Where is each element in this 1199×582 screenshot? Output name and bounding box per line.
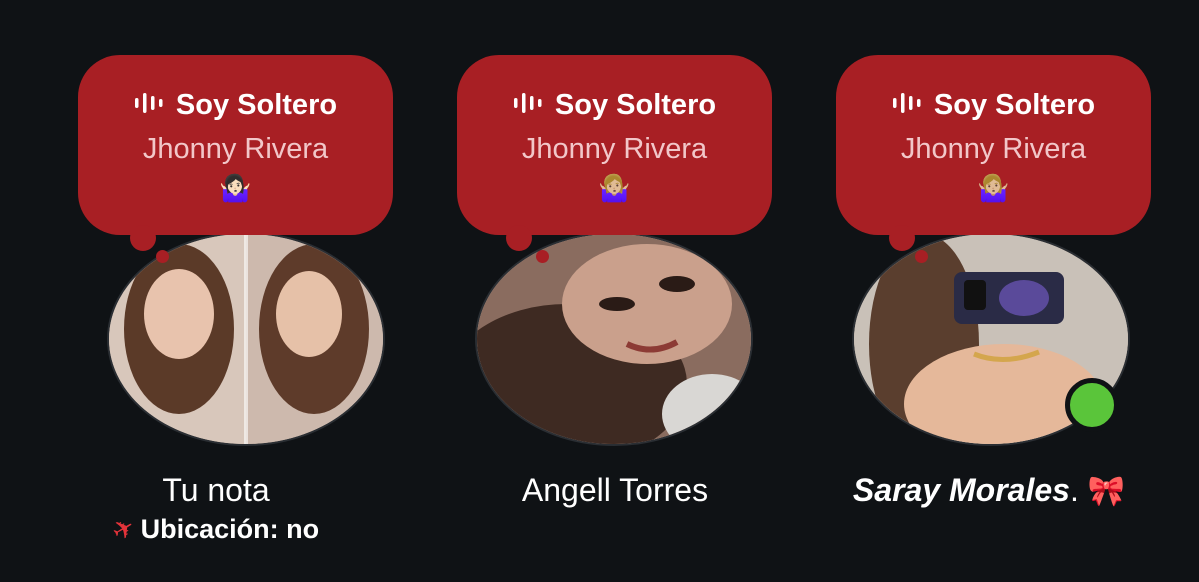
audio-wave-icon [134, 93, 163, 114]
audio-wave-icon [892, 93, 921, 114]
avatar-photo [477, 234, 751, 444]
note-owner-name: Tu nota [162, 472, 270, 508]
note-emoji: 🤷🏻‍♀️ [219, 174, 252, 204]
song-title: Soy Soltero [554, 89, 717, 121]
note-item-angell-torres[interactable]: Soy Soltero Jhonny Rivera 🤷🏼‍♀️ Angell T… [440, 0, 820, 582]
note-item-tu-nota[interactable]: Soy Soltero Jhonny Rivera 🤷🏻‍♀️ Tu nota … [60, 0, 440, 582]
bubble-tail-dot [536, 250, 549, 263]
song-artist: Jhonny Rivera [900, 133, 1087, 165]
note-bubble[interactable]: Soy Soltero Jhonny Rivera 🤷🏻‍♀️ [78, 55, 393, 235]
note-owner-name-text: Saray Morales [852, 472, 1070, 508]
song-row: Soy Soltero [78, 87, 393, 123]
airplane-icon: ✈ [106, 511, 141, 549]
online-status-dot [1065, 378, 1119, 432]
song-title: Soy Soltero [175, 89, 338, 121]
location-status: ✈Ubicación: no [56, 511, 376, 549]
note-item-saray-morales[interactable]: Soy Soltero Jhonny Rivera 🤷🏼‍♀️ Saray Mo… [819, 0, 1199, 582]
song-row: Soy Soltero [457, 87, 772, 123]
note-emoji: 🤷🏼‍♀️ [977, 174, 1010, 204]
note-emoji: 🤷🏼‍♀️ [598, 174, 631, 204]
note-owner-name: Angell Torres [521, 472, 709, 508]
note-owner-name: Saray Morales. 🎀 [819, 470, 1159, 512]
note-bubble[interactable]: Soy Soltero Jhonny Rivera 🤷🏼‍♀️ [836, 55, 1151, 235]
bubble-tail [130, 225, 156, 251]
bubble-tail-dot [156, 250, 169, 263]
note-bubble[interactable]: Soy Soltero Jhonny Rivera 🤷🏼‍♀️ [457, 55, 772, 235]
location-status-text: Ubicación: no [140, 514, 320, 544]
avatar[interactable] [107, 232, 385, 446]
bubble-tail [889, 225, 915, 251]
name-suffix: . [1069, 472, 1079, 508]
song-row: Soy Soltero [836, 87, 1151, 123]
bubble-tail-dot [915, 250, 928, 263]
song-title: Soy Soltero [933, 89, 1096, 121]
bubble-tail [506, 225, 532, 251]
song-artist: Jhonny Rivera [521, 133, 708, 165]
audio-wave-icon [513, 93, 542, 114]
song-artist: Jhonny Rivera [142, 133, 329, 165]
ribbon-emoji: 🎀 [1087, 474, 1126, 509]
avatar[interactable] [475, 232, 753, 446]
avatar-photo [109, 234, 383, 444]
